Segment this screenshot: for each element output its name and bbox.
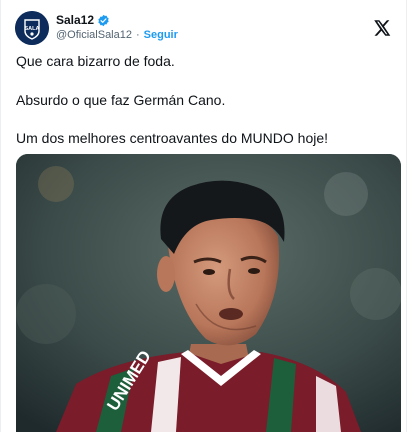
verified-badge-icon xyxy=(97,14,110,27)
author-handle-row: @OficialSala12 · Seguir xyxy=(56,28,178,43)
tweet-card: SALA Sala12 @OficialSala12 · Seguir Que … xyxy=(0,0,407,432)
follow-button[interactable]: Seguir xyxy=(144,28,178,43)
tweet-text-line-3: Um dos melhores centroavantes do MUNDO h… xyxy=(16,130,329,146)
photo-illustration: UNIMED xyxy=(16,154,401,432)
tweet-text-line-2: Absurdo o que faz Germán Cano. xyxy=(16,92,226,108)
tweet-photo[interactable]: UNIMED xyxy=(16,154,401,432)
avatar[interactable]: SALA xyxy=(15,11,49,45)
separator-dot: · xyxy=(135,29,140,41)
author-name[interactable]: Sala12 xyxy=(56,13,94,28)
tweet-header: SALA Sala12 @OficialSala12 · Seguir xyxy=(15,10,392,46)
avatar-logo-text: SALA xyxy=(25,26,40,32)
author-handle[interactable]: @OficialSala12 xyxy=(56,28,132,43)
sala12-logo: SALA xyxy=(15,11,49,45)
author-name-row: Sala12 xyxy=(56,13,178,28)
tweet-text-line-1: Que cara bizarro de foda. xyxy=(16,53,175,69)
x-logo-icon[interactable] xyxy=(372,18,392,38)
author-block: Sala12 @OficialSala12 · Seguir xyxy=(56,13,178,43)
